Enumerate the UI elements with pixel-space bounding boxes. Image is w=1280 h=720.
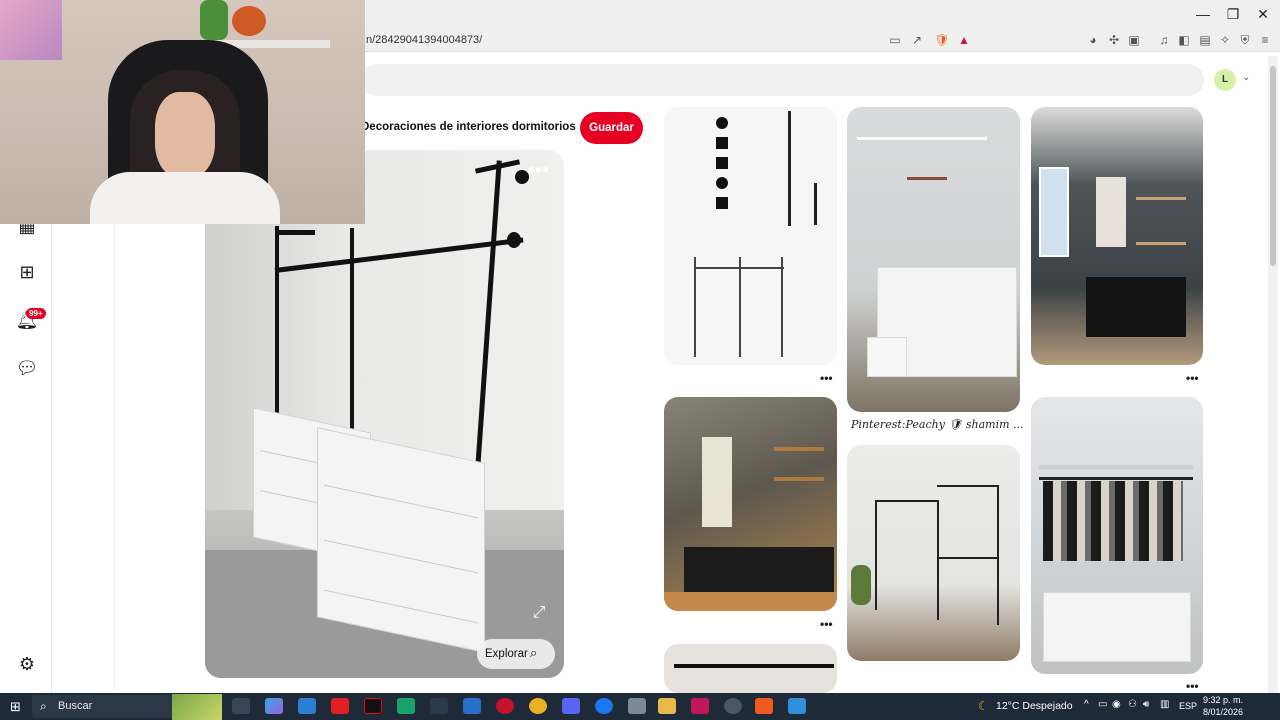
pin-card-hanging-clothes[interactable] (1031, 397, 1203, 674)
pin-card-diagram[interactable] (664, 107, 837, 365)
leo-ai-icon[interactable]: ✧ (1217, 32, 1233, 48)
explore-label: Explorar (485, 648, 528, 660)
brave-rewards-icon[interactable]: ▲ (956, 32, 972, 48)
create-icon[interactable]: ⊞ (14, 259, 40, 285)
tray-icon[interactable]: ◉ (1112, 699, 1121, 710)
search-icon: ⌕ (40, 699, 47, 713)
more-options-button[interactable]: ••• (528, 160, 550, 181)
app-pink-icon[interactable] (691, 698, 709, 714)
tray-icon[interactable]: ▭ (1098, 699, 1107, 710)
board-select[interactable]: Decoraciones de interiores dormitorios ⌄ (361, 121, 587, 133)
webcam-overlay (0, 0, 365, 224)
restore-button[interactable]: ❐ (1218, 4, 1248, 24)
page-scrollbar[interactable] (1268, 56, 1278, 693)
pin-card-closet-shelves[interactable] (664, 397, 837, 611)
share-icon[interactable]: ↗ (909, 32, 925, 48)
weather-icon: ☾ (978, 699, 989, 713)
pin-card-partial[interactable] (664, 644, 837, 693)
youtube-icon[interactable] (331, 698, 349, 714)
pin-more-button[interactable]: ••• (1186, 679, 1199, 693)
search-input[interactable] (360, 64, 1204, 96)
color-extension-icon[interactable]: ◕ (1085, 32, 1101, 48)
url-text[interactable]: n/284290413940048​73/ (366, 34, 482, 46)
app-blue-icon[interactable] (788, 698, 806, 714)
folder-icon[interactable] (658, 698, 676, 714)
explorer-pen-icon[interactable] (430, 698, 448, 714)
pin-caption: Pinterest:Peachy 🛡 shamim ... (851, 418, 1024, 431)
wallet-toolbar-icon[interactable]: ▤ (1197, 32, 1213, 48)
store-icon[interactable] (298, 698, 316, 714)
menu-icon[interactable]: ≡ (1257, 32, 1273, 48)
vpn-icon[interactable]: ⛨ (1237, 32, 1253, 48)
app-icon[interactable] (628, 698, 646, 714)
tray-icon[interactable]: ⚇ (1128, 699, 1137, 710)
tray-chevron-up-icon[interactable]: ^ (1084, 699, 1089, 710)
pin-more-button[interactable]: ••• (820, 617, 833, 631)
scrollbar-thumb[interactable] (1270, 66, 1276, 266)
edge-icon[interactable] (397, 698, 415, 714)
copilot-icon[interactable] (265, 698, 283, 714)
search-highlight-image (172, 694, 222, 720)
taskbar-search-label: Buscar (58, 700, 93, 712)
discord-icon[interactable] (562, 698, 580, 714)
clock-date[interactable]: 8/01/2026 (1203, 707, 1243, 717)
music-icon[interactable]: ♫ (1156, 32, 1172, 48)
pin-more-button[interactable]: ••• (820, 371, 833, 385)
main-pin-image[interactable] (205, 150, 564, 678)
facebook-icon[interactable] (595, 698, 613, 714)
task-view-icon[interactable] (232, 698, 250, 714)
brave-shield-icon[interactable]: 🛡 (934, 32, 950, 48)
language-indicator[interactable]: ESP (1179, 701, 1197, 711)
pin-card-dark-wall[interactable] (1031, 107, 1203, 365)
brave-taskbar-icon[interactable] (755, 698, 773, 714)
clock-time[interactable]: 9:32 p. m. (1203, 695, 1243, 705)
minimize-button[interactable]: — (1188, 4, 1218, 24)
extensions-icon[interactable]: ✣ (1106, 32, 1122, 48)
sidebar-toggle-icon[interactable]: ◧ (1176, 32, 1192, 48)
opera-icon[interactable] (496, 698, 514, 714)
close-window-button[interactable]: ✕ (1248, 4, 1278, 24)
netflix-icon[interactable] (364, 698, 382, 714)
weather-text[interactable]: 12°C Despejado (996, 700, 1073, 712)
chevron-down-icon[interactable]: ⌄ (1242, 72, 1250, 83)
cast-icon[interactable]: ▭ (887, 32, 903, 48)
network-icon[interactable]: ▥ (1160, 699, 1169, 710)
pin-more-button[interactable]: ••• (1186, 371, 1199, 385)
avatar[interactable]: L (1214, 69, 1236, 91)
wallet-icon[interactable]: ▣ (1126, 32, 1142, 48)
pin-card-pipe-rack[interactable] (847, 445, 1020, 661)
explore-button[interactable]: Explorar (477, 639, 555, 669)
speaker-icon[interactable]: 🔊︎ (1143, 699, 1149, 710)
sidebar-divider (114, 220, 115, 690)
notification-badge: 99+ (26, 308, 46, 319)
board-select-label: Decoraciones de interiores dormitorios (361, 121, 576, 133)
expand-icon[interactable]: ⤢ (526, 600, 552, 626)
visual-search-icon[interactable]: ⌕ (530, 645, 537, 661)
windows-start-icon[interactable]: ⊞ (10, 699, 24, 714)
settings-gear-icon[interactable]: ⚙ (14, 651, 40, 677)
obs-icon[interactable] (724, 698, 742, 714)
pin-card-white-dresser[interactable] (847, 107, 1020, 412)
save-button[interactable]: Guardar (580, 112, 643, 144)
chrome-icon[interactable] (529, 698, 547, 714)
mail-icon[interactable] (463, 698, 481, 714)
messages-icon[interactable]: 💬︎ (14, 355, 40, 381)
